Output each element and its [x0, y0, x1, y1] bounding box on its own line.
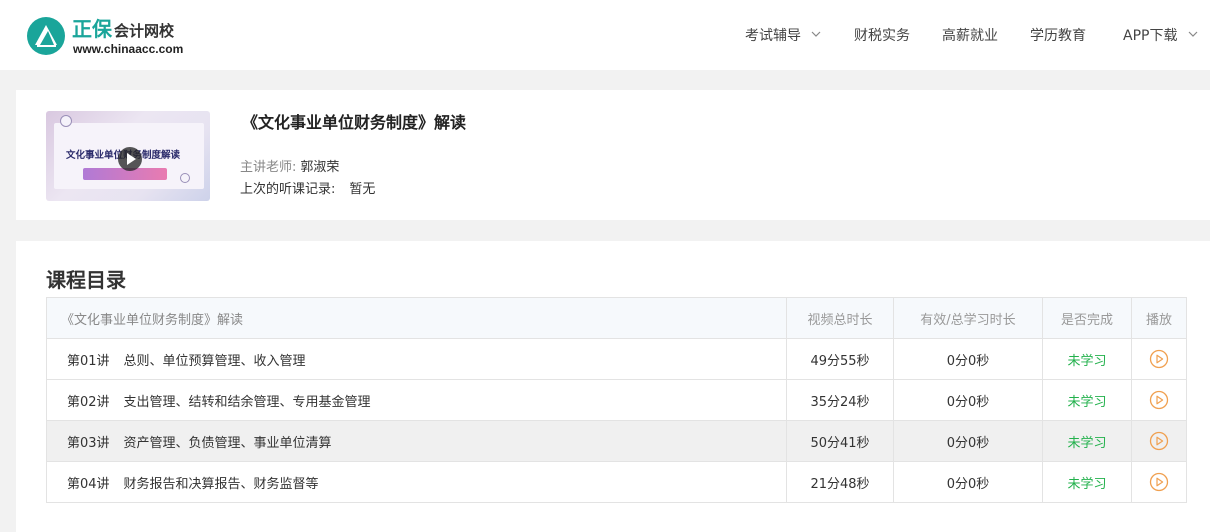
lesson-table: 《文化事业单位财务制度》解读 视频总时长 有效/总学习时长 是否完成 播放 第0…: [46, 297, 1187, 503]
column-header-status: 是否完成: [1042, 297, 1132, 339]
top-header: 正保 会计网校 www.chinaacc.com 考试辅导 财税实务 高薪就业 学…: [0, 0, 1210, 70]
table-row: 第04讲 财务报告和决算报告、财务监督等 21分48秒 0分0秒 未学习: [46, 461, 1187, 503]
play-circle-icon[interactable]: [1149, 390, 1169, 410]
lesson-number: 第04讲: [67, 476, 110, 492]
table-row: 第02讲 支出管理、结转和结余管理、专用基金管理 35分24秒 0分0秒 未学习: [46, 379, 1187, 421]
nav-item-label: 高薪就业: [942, 28, 998, 44]
play-icon[interactable]: [118, 147, 142, 171]
lesson-studied: 0分0秒: [893, 461, 1043, 503]
column-header-duration: 视频总时长: [786, 297, 894, 339]
thumbnail-decoration: [180, 173, 190, 183]
nav-item-label: 考试辅导: [745, 28, 801, 44]
teacher-name: 郭淑荣: [300, 160, 340, 175]
lesson-number: 第02讲: [67, 394, 110, 410]
nav-item-label: 财税实务: [854, 28, 910, 44]
lesson-status: 未学习: [1042, 461, 1132, 503]
nav-item-tax[interactable]: 财税实务: [854, 26, 910, 46]
table-row: 第01讲 总则、单位预算管理、收入管理 49分55秒 0分0秒 未学习: [46, 338, 1187, 380]
lesson-studied: 0分0秒: [893, 420, 1043, 462]
main-nav: 考试辅导 财税实务 高薪就业 学历教育 APP下载: [0, 26, 1210, 46]
column-header-studied: 有效/总学习时长: [893, 297, 1043, 339]
lesson-name-cell[interactable]: 第02讲 支出管理、结转和结余管理、专用基金管理: [46, 379, 787, 421]
play-circle-icon[interactable]: [1149, 349, 1169, 369]
lesson-status: 未学习: [1042, 420, 1132, 462]
play-circle-icon[interactable]: [1149, 431, 1169, 451]
last-record-value: 暂无: [349, 182, 376, 197]
last-record-label: 上次的听课记录:: [240, 182, 336, 197]
lesson-name: 总则、单位预算管理、收入管理: [123, 353, 306, 369]
lesson-studied: 0分0秒: [893, 338, 1043, 380]
nav-item-exam[interactable]: 考试辅导: [745, 26, 821, 46]
course-catalog-card: 课程目录 《文化事业单位财务制度》解读 视频总时长 有效/总学习时长 是否完成 …: [16, 241, 1210, 532]
lesson-duration: 21分48秒: [786, 461, 894, 503]
play-cell: [1131, 420, 1187, 462]
lesson-name: 财务报告和决算报告、财务监督等: [123, 476, 319, 492]
course-info-card: 文化事业单位财务制度解读 《文化事业单位财务制度》解读 主讲老师:郭淑荣 上次的…: [16, 90, 1210, 220]
nav-item-label: APP下载: [1123, 28, 1178, 44]
course-thumbnail[interactable]: 文化事业单位财务制度解读: [46, 111, 210, 201]
play-cell: [1131, 338, 1187, 380]
chevron-down-icon: [1188, 31, 1198, 37]
lesson-duration: 50分41秒: [786, 420, 894, 462]
thumbnail-decoration: [60, 115, 72, 127]
nav-item-app[interactable]: APP下载: [1123, 26, 1198, 46]
lesson-status: 未学习: [1042, 379, 1132, 421]
lesson-name-cell[interactable]: 第03讲 资产管理、负债管理、事业单位清算: [46, 420, 787, 462]
lesson-name: 支出管理、结转和结余管理、专用基金管理: [123, 394, 371, 410]
course-title: 《文化事业单位财务制度》解读: [242, 113, 467, 132]
lesson-duration: 35分24秒: [786, 379, 894, 421]
lesson-duration: 49分55秒: [786, 338, 894, 380]
nav-item-degree[interactable]: 学历教育: [1030, 26, 1086, 46]
lesson-studied: 0分0秒: [893, 379, 1043, 421]
lesson-status: 未学习: [1042, 338, 1132, 380]
lesson-name-cell[interactable]: 第01讲 总则、单位预算管理、收入管理: [46, 338, 787, 380]
play-circle-icon[interactable]: [1149, 472, 1169, 492]
nav-item-jobs[interactable]: 高薪就业: [942, 26, 998, 46]
teacher-line: 主讲老师: 郭淑荣: [240, 159, 339, 177]
column-header-play: 播放: [1131, 297, 1187, 339]
chevron-down-icon: [812, 31, 821, 37]
play-cell: [1131, 461, 1187, 503]
nav-item-label: 学历教育: [1030, 28, 1086, 44]
last-record-line: 上次的听课记录: 暂无: [240, 181, 375, 199]
teacher-label: 主讲老师:: [240, 160, 297, 175]
table-row: 第03讲 资产管理、负债管理、事业单位清算 50分41秒 0分0秒 未学习: [46, 420, 1187, 462]
lesson-number: 第01讲: [67, 353, 110, 369]
play-cell: [1131, 379, 1187, 421]
lesson-name: 资产管理、负债管理、事业单位清算: [123, 435, 332, 451]
catalog-title: 课程目录: [46, 268, 126, 292]
column-header-course: 《文化事业单位财务制度》解读: [46, 297, 787, 339]
table-header-row: 《文化事业单位财务制度》解读 视频总时长 有效/总学习时长 是否完成 播放: [46, 297, 1187, 339]
lesson-number: 第03讲: [67, 435, 110, 451]
lesson-name-cell[interactable]: 第04讲 财务报告和决算报告、财务监督等: [46, 461, 787, 503]
